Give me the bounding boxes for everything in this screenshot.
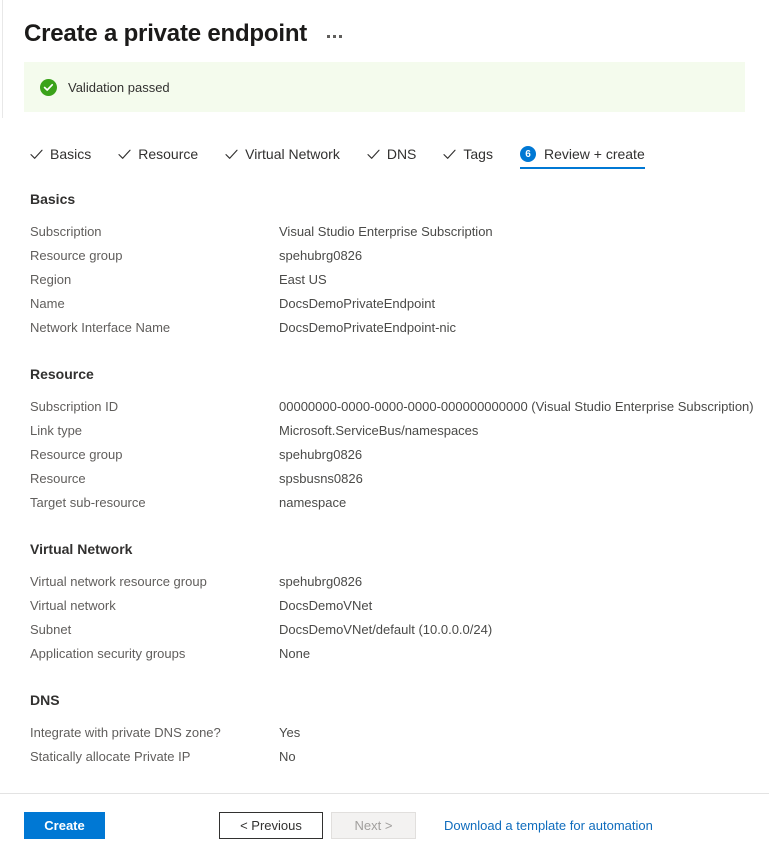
- download-template-link[interactable]: Download a template for automation: [444, 818, 653, 833]
- row-label: Name: [30, 296, 65, 311]
- row-value: namespace: [279, 495, 347, 510]
- row-label: Application security groups: [30, 646, 186, 661]
- wizard-tabs: Basics Resource Virtual Network DNS Tags…: [0, 135, 769, 169]
- row-label: Resource group: [30, 248, 123, 263]
- title-bar: Create a private endpoint: [0, 0, 769, 54]
- row-value: None: [279, 646, 311, 661]
- summary-row: Statically allocate Private IP No: [30, 745, 745, 769]
- row-label: Virtual network resource group: [30, 574, 207, 589]
- tab-label: Basics: [50, 146, 92, 162]
- more-options-icon[interactable]: [323, 31, 346, 42]
- row-value: spsbusns0826: [279, 471, 363, 486]
- previous-button[interactable]: < Previous: [219, 812, 323, 839]
- create-button[interactable]: Create: [24, 812, 105, 839]
- ellipsis-dot: [339, 35, 343, 38]
- row-label: Virtual network: [30, 598, 116, 613]
- summary-row: Resource group spehubrg0826: [30, 244, 745, 268]
- row-value: DocsDemoVNet/default (10.0.0.0/24): [279, 622, 493, 637]
- summary-row: Virtual network resource group spehubrg0…: [30, 570, 745, 594]
- row-label: Target sub-resource: [30, 495, 146, 510]
- summary-row: Network Interface Name DocsDemoPrivateEn…: [30, 316, 745, 340]
- check-icon: [225, 148, 238, 161]
- row-label: Integrate with private DNS zone?: [30, 725, 221, 740]
- check-icon: [30, 148, 43, 161]
- tab-tags[interactable]: Tags: [443, 146, 493, 169]
- summary-row: Region East US: [30, 268, 745, 292]
- section-heading: Resource: [30, 366, 94, 382]
- row-value: Microsoft.ServiceBus/namespaces: [279, 423, 479, 438]
- row-value: DocsDemoPrivateEndpoint: [279, 296, 436, 311]
- summary-row: Subscription ID 00000000-0000-0000-0000-…: [30, 395, 754, 419]
- section-heading: Virtual Network: [30, 541, 133, 557]
- row-label: Subnet: [30, 622, 72, 637]
- row-value: Yes: [279, 725, 301, 740]
- tab-label: Review + create: [543, 146, 645, 162]
- row-label: Statically allocate Private IP: [30, 749, 191, 764]
- tab-label: Virtual Network: [245, 146, 340, 162]
- row-label: Resource: [30, 471, 86, 486]
- create-private-endpoint-page: Create a private endpoint Validation pas…: [0, 0, 769, 857]
- tab-resource[interactable]: Resource: [118, 146, 198, 169]
- page-title: Create a private endpoint: [24, 19, 308, 47]
- row-value: spehubrg0826: [279, 574, 363, 589]
- summary-row: Resource group spehubrg0826: [30, 443, 745, 467]
- summary-row: Virtual network DocsDemoVNet: [30, 594, 745, 618]
- row-label: Resource group: [30, 447, 123, 462]
- row-label: Link type: [30, 423, 83, 438]
- row-label: Subscription: [30, 224, 102, 239]
- check-icon: [443, 148, 456, 161]
- tab-review-create[interactable]: 6 Review + create: [519, 146, 645, 169]
- summary-row: Subscription Visual Studio Enterprise Su…: [30, 220, 745, 244]
- row-value: DocsDemoPrivateEndpoint-nic: [279, 320, 457, 335]
- row-value: East US: [279, 272, 327, 287]
- check-icon: [118, 148, 131, 161]
- row-value: spehubrg0826: [279, 248, 363, 263]
- tab-virtual-network[interactable]: Virtual Network: [225, 146, 340, 169]
- review-summary: Basics Subscription Visual Studio Enterp…: [0, 191, 769, 769]
- row-label: Subscription ID: [30, 399, 119, 414]
- ellipsis-dot: [333, 35, 337, 38]
- validation-message: Validation passed: [68, 79, 170, 95]
- row-value: Visual Studio Enterprise Subscription: [279, 224, 493, 239]
- next-button[interactable]: Next >: [331, 812, 416, 839]
- tab-label: Tags: [463, 146, 493, 162]
- section-basics: Basics Subscription Visual Studio Enterp…: [30, 191, 745, 340]
- section-heading: DNS: [30, 692, 60, 708]
- left-divider: [2, 0, 3, 118]
- tab-label: Resource: [138, 146, 199, 162]
- section-dns: DNS Integrate with private DNS zone? Yes…: [30, 692, 745, 769]
- check-icon: [367, 148, 380, 161]
- ellipsis-dot: [327, 35, 331, 38]
- section-heading: Basics: [30, 191, 76, 207]
- check-circle-icon: [40, 78, 57, 96]
- row-value: DocsDemoVNet: [279, 598, 373, 613]
- footer-action-bar: Create < Previous Next > Download a temp…: [0, 794, 769, 857]
- tab-basics[interactable]: Basics: [30, 146, 91, 169]
- summary-row: Link type Microsoft.ServiceBus/namespace…: [30, 419, 745, 443]
- row-value: 00000000-0000-0000-0000-000000000000 (Vi…: [279, 399, 754, 414]
- tab-label: DNS: [386, 146, 417, 162]
- row-value: No: [279, 749, 296, 764]
- summary-row: Resource spsbusns0826: [30, 467, 745, 491]
- summary-row: Subnet DocsDemoVNet/default (10.0.0.0/24…: [30, 618, 745, 642]
- row-label: Network Interface Name: [30, 320, 171, 335]
- summary-row: Application security groups None: [30, 642, 745, 666]
- step-number-badge: 6: [519, 146, 536, 162]
- section-virtual-network: Virtual Network Virtual network resource…: [30, 541, 745, 666]
- summary-row: Integrate with private DNS zone? Yes: [30, 721, 745, 745]
- summary-row: Name DocsDemoPrivateEndpoint: [30, 292, 745, 316]
- summary-row: Target sub-resource namespace: [30, 491, 745, 515]
- section-resource: Resource Subscription ID 00000000-0000-0…: [30, 366, 754, 515]
- validation-banner: Validation passed: [24, 62, 745, 112]
- row-label: Region: [30, 272, 72, 287]
- row-value: spehubrg0826: [279, 447, 363, 462]
- tab-dns[interactable]: DNS: [367, 146, 417, 169]
